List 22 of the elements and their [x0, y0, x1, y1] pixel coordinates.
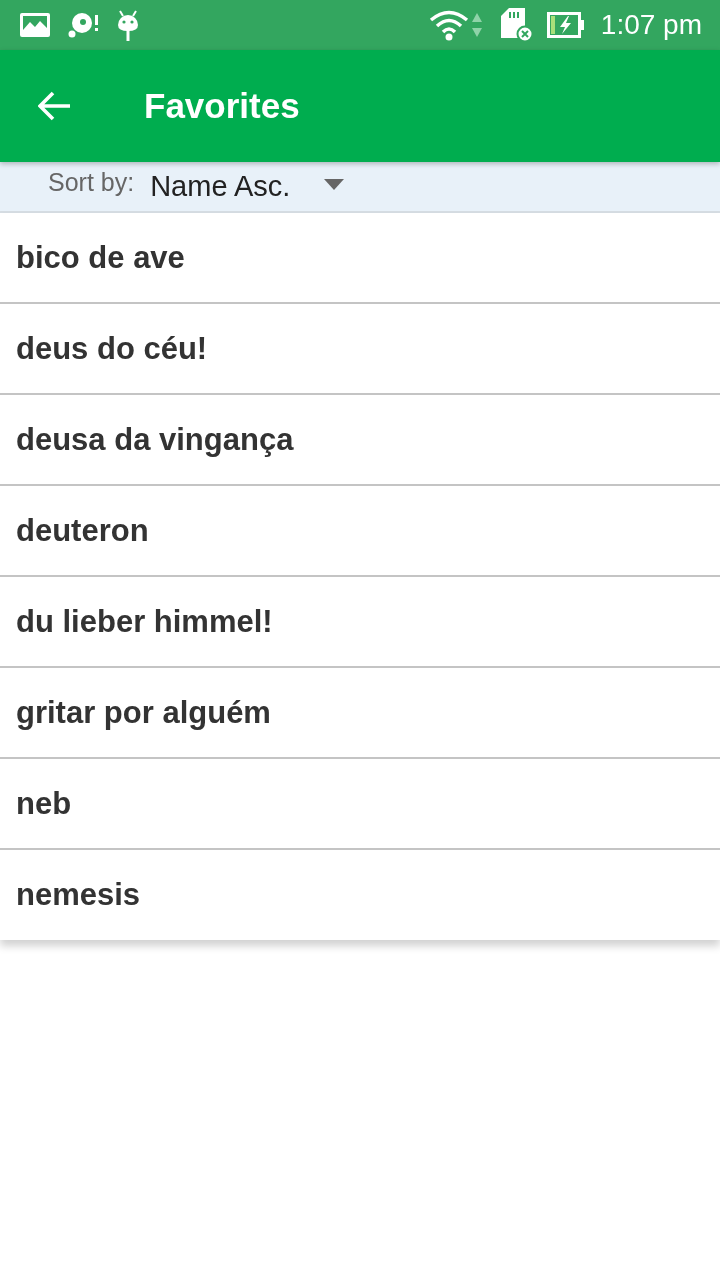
data-arrows-icon	[470, 11, 483, 39]
disc-alert-icon	[68, 11, 100, 39]
wifi-icon	[428, 9, 469, 41]
favorite-item[interactable]: nemesis	[0, 850, 720, 940]
favorite-item[interactable]: deusa da vingança	[0, 395, 720, 486]
favorite-item[interactable]: gritar por alguém	[0, 668, 720, 759]
favorite-item[interactable]: deuteron	[0, 486, 720, 577]
status-time: 1:07 pm	[600, 9, 702, 41]
image-icon	[20, 13, 50, 37]
caret-icon	[324, 179, 345, 190]
sd-card-icon	[500, 8, 533, 42]
arrow-left-icon	[38, 91, 72, 121]
screen-title: Favorites	[144, 86, 300, 126]
sort-label: Sort by:	[48, 168, 135, 197]
battery-charging-icon	[546, 12, 585, 38]
back-button[interactable]	[38, 91, 72, 121]
robot-icon	[116, 9, 140, 41]
favorite-item[interactable]: bico de ave	[0, 213, 720, 304]
favorite-item[interactable]: neb	[0, 759, 720, 850]
sort-dropdown[interactable]: Name Asc.	[150, 170, 345, 203]
favorite-item[interactable]: deus do céu!	[0, 304, 720, 395]
favorite-item[interactable]: du lieber himmel!	[0, 577, 720, 668]
